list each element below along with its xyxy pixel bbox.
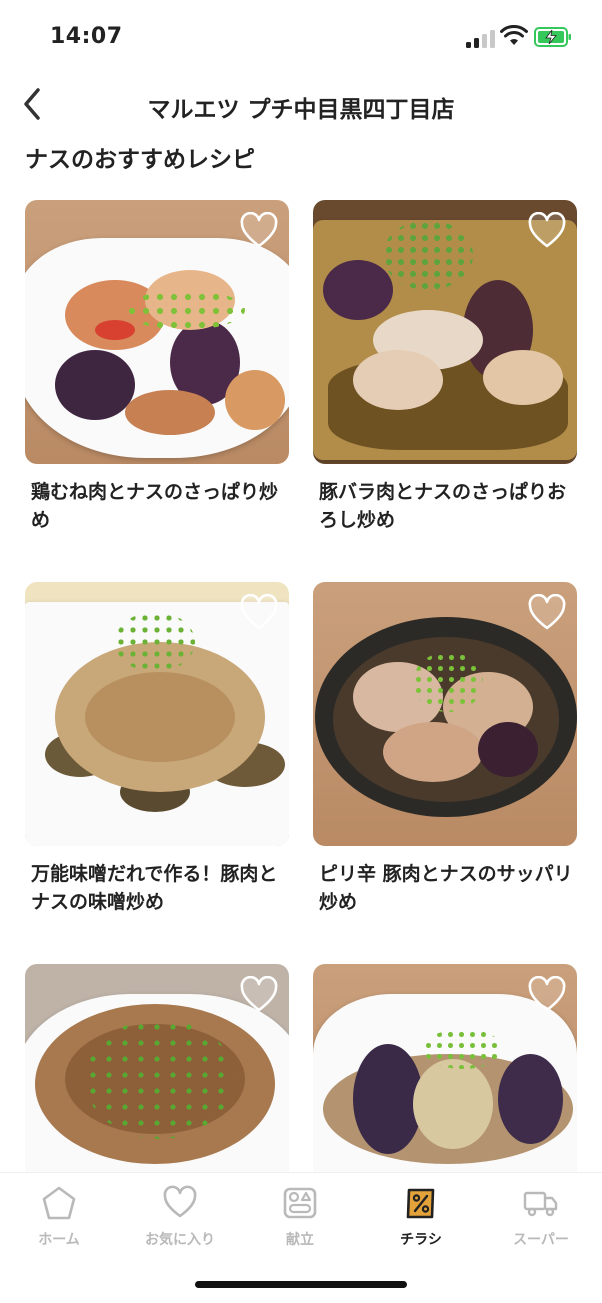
favorite-heart-icon[interactable]: [239, 976, 279, 1014]
favorite-heart-icon[interactable]: [527, 594, 567, 632]
flyer-icon: [406, 1188, 435, 1219]
section-title: ナスのおすすめレシピ: [25, 147, 255, 173]
recipe-photo[interactable]: [25, 582, 289, 846]
recipe-card[interactable]: [25, 964, 289, 1172]
tab-flyer[interactable]: チラシ: [366, 1185, 476, 1255]
favorite-heart-icon[interactable]: [239, 212, 279, 250]
menu-plan-icon: [283, 1187, 317, 1219]
tab-label: スーパー: [513, 1232, 569, 1248]
favorite-heart-icon[interactable]: [239, 594, 279, 632]
recipe-photo[interactable]: [313, 964, 577, 1172]
recipe-title[interactable]: ピリ辛 豚肉とナスのサッパリ炒め: [313, 860, 577, 916]
tab-menu-plan[interactable]: 献立: [245, 1185, 355, 1255]
home-indicator[interactable]: [195, 1281, 407, 1288]
tab-label: 献立: [286, 1232, 314, 1248]
navigation-header: マルエツ プチ中目黒四丁目店: [0, 70, 602, 140]
recipe-photo[interactable]: [313, 200, 577, 464]
recipe-photo[interactable]: [25, 964, 289, 1172]
recipe-card[interactable]: 鶏むね肉とナスのさっぱり炒め: [25, 200, 289, 534]
recipe-card[interactable]: ピリ辛 豚肉とナスのサッパリ炒め: [313, 582, 577, 916]
recipe-photo[interactable]: [25, 200, 289, 464]
wifi-icon: [500, 25, 528, 45]
tab-supermarket[interactable]: スーパー: [486, 1185, 596, 1255]
cellular-signal-icon: [466, 30, 496, 48]
tab-favorites[interactable]: お気に入り: [125, 1185, 235, 1255]
recipe-title[interactable]: 豚バラ肉とナスのさっぱりおろし炒め: [313, 478, 577, 534]
recipe-title[interactable]: 鶏むね肉とナスのさっぱり炒め: [25, 478, 289, 534]
truck-icon: [523, 1191, 558, 1217]
tab-label: ホーム: [38, 1232, 80, 1248]
home-icon: [42, 1186, 76, 1220]
status-time: 14:07: [50, 24, 123, 49]
recipe-title[interactable]: 万能味噌だれで作る！豚肉とナスの味噌炒め: [25, 860, 289, 916]
recipe-card[interactable]: 豚バラ肉とナスのさっぱりおろし炒め: [313, 200, 577, 534]
battery-charging-icon: [534, 27, 571, 47]
tab-label: お気に入り: [145, 1232, 215, 1248]
tab-label: チラシ: [400, 1232, 442, 1248]
recipe-photo[interactable]: [313, 582, 577, 846]
heart-icon: [163, 1185, 197, 1218]
status-bar: 14:07: [0, 0, 602, 70]
page-title: マルエツ プチ中目黒四丁目店: [147, 97, 455, 123]
tab-home[interactable]: ホーム: [4, 1185, 114, 1255]
recipe-card[interactable]: 万能味噌だれで作る！豚肉とナスの味噌炒め: [25, 582, 289, 916]
favorite-heart-icon[interactable]: [527, 212, 567, 250]
favorite-heart-icon[interactable]: [527, 976, 567, 1014]
recipe-card[interactable]: [313, 964, 577, 1172]
